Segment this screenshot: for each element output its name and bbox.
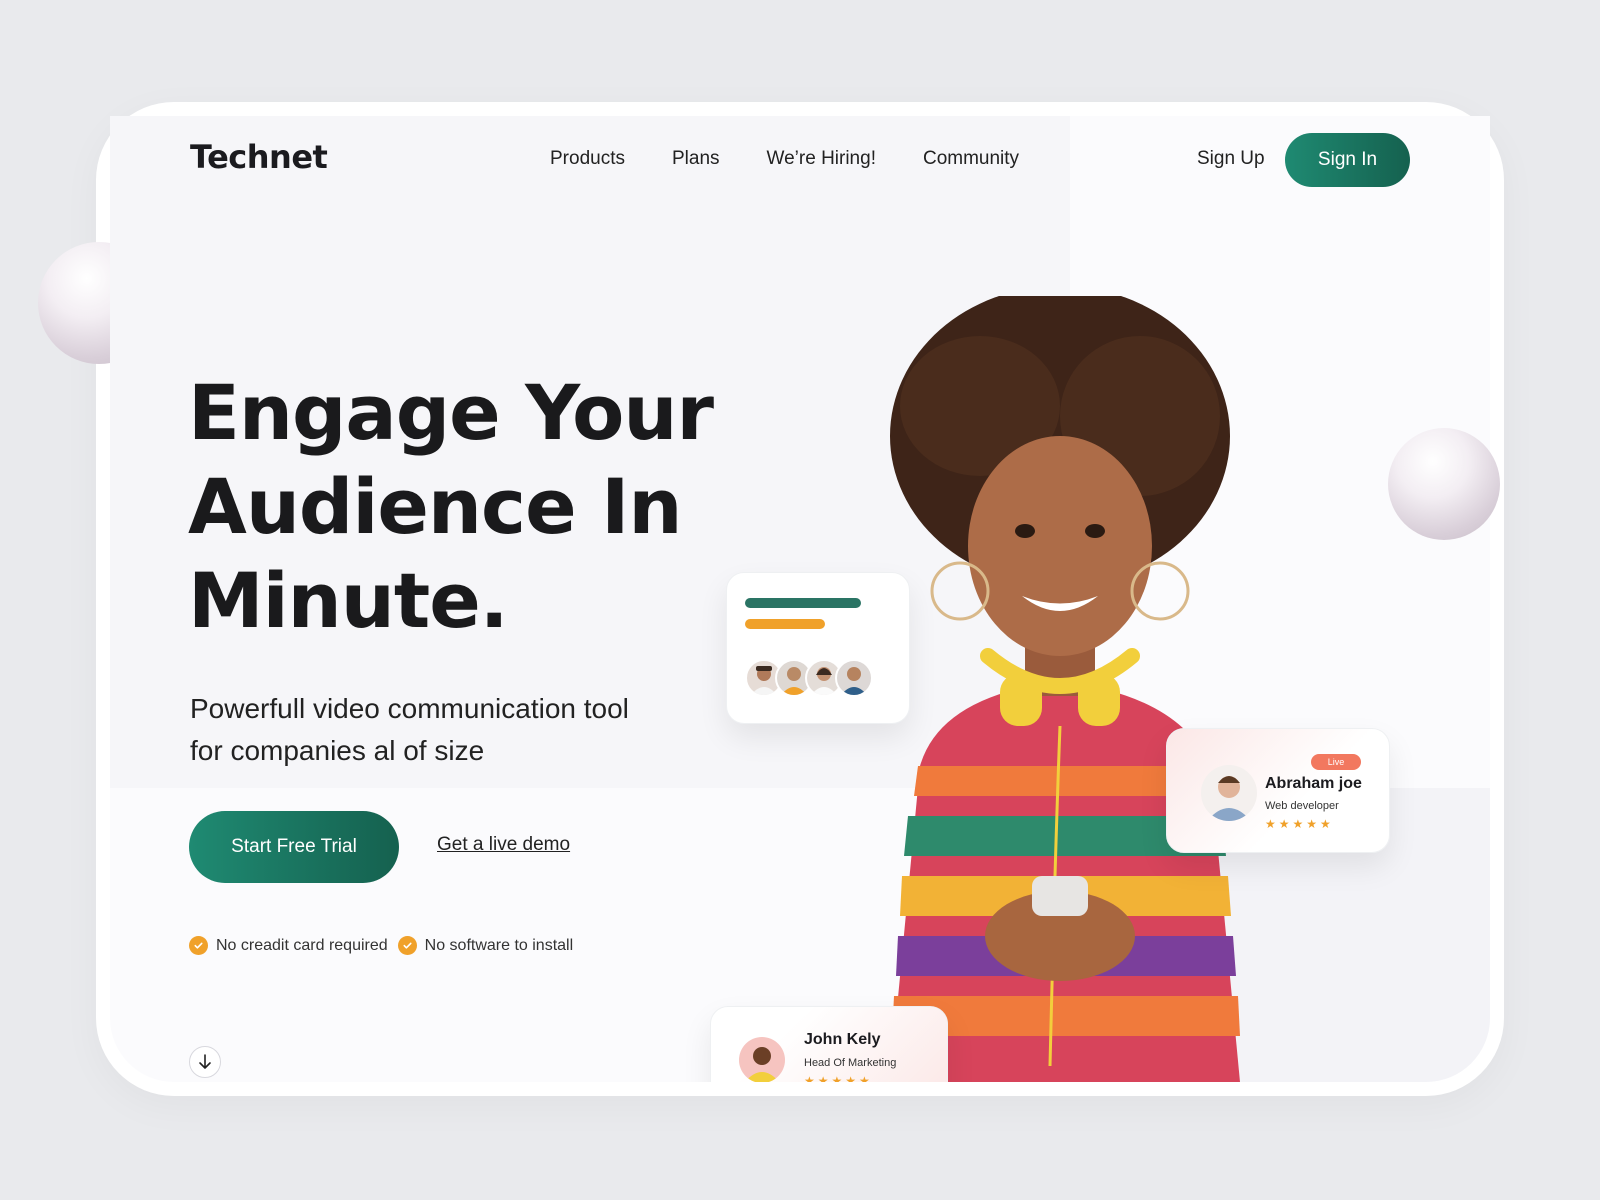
feature-item: No creadit card required	[189, 936, 388, 955]
profile-name: John Kely	[804, 1031, 881, 1048]
profile-name: Abraham joe	[1265, 775, 1362, 792]
feature-label: No creadit card required	[216, 936, 388, 954]
avatar	[739, 1037, 785, 1082]
landing-page: Technet Products Plans We’re Hiring! Com…	[110, 116, 1490, 1082]
decorative-sphere	[1388, 428, 1500, 540]
live-demo-link[interactable]: Get a live demo	[437, 834, 570, 856]
team-card	[726, 572, 910, 724]
profile-card-abraham[interactable]: Live Abraham joe Web developer ★★★★★	[1166, 728, 1390, 853]
hero-headline: Engage Your Audience In Minute.	[188, 366, 808, 648]
sign-in-button[interactable]: Sign In	[1285, 133, 1410, 187]
nav-item-hiring[interactable]: We’re Hiring!	[767, 148, 876, 170]
avatar-group	[745, 659, 873, 697]
nav-item-community[interactable]: Community	[923, 148, 1019, 170]
hero-subheadline: Powerfull video communication tool for c…	[190, 688, 710, 772]
subheadline-line-1: Powerfull video communication tool	[190, 693, 629, 724]
avatar	[835, 659, 873, 697]
check-icon	[189, 936, 208, 955]
progress-bar-green	[745, 598, 861, 608]
live-badge: Live	[1311, 754, 1361, 770]
profile-role: Head Of Marketing	[804, 1057, 897, 1069]
main-nav: Products Plans We’re Hiring! Community	[550, 148, 1019, 170]
sign-up-link[interactable]: Sign Up	[1197, 148, 1265, 170]
headline-line-1: Engage Your	[188, 368, 714, 457]
profile-card-john[interactable]: John Kely Head Of Marketing ★★★★★	[710, 1006, 948, 1082]
profile-role: Web developer	[1265, 800, 1339, 812]
avatar	[1201, 765, 1257, 821]
start-free-trial-button[interactable]: Start Free Trial	[189, 811, 399, 883]
check-icon	[397, 936, 417, 955]
headline-line-2: Audience In	[188, 462, 682, 551]
feature-list: No creadit card required No software to …	[189, 936, 573, 955]
feature-item: No software to install	[397, 936, 574, 955]
feature-label: No software to install	[424, 936, 574, 954]
headline-line-3: Minute.	[188, 556, 509, 645]
rating-stars: ★★★★★	[804, 1074, 873, 1082]
arrow-down-icon	[199, 1054, 211, 1069]
nav-item-products[interactable]: Products	[550, 148, 625, 170]
brand-logo[interactable]: Technet	[190, 138, 328, 176]
subheadline-line-2: for companies al of size	[190, 735, 485, 766]
nav-item-plans[interactable]: Plans	[672, 148, 720, 170]
scroll-down-button[interactable]	[189, 1046, 221, 1078]
progress-bar-orange	[745, 619, 825, 629]
rating-stars: ★★★★★	[1265, 817, 1334, 831]
